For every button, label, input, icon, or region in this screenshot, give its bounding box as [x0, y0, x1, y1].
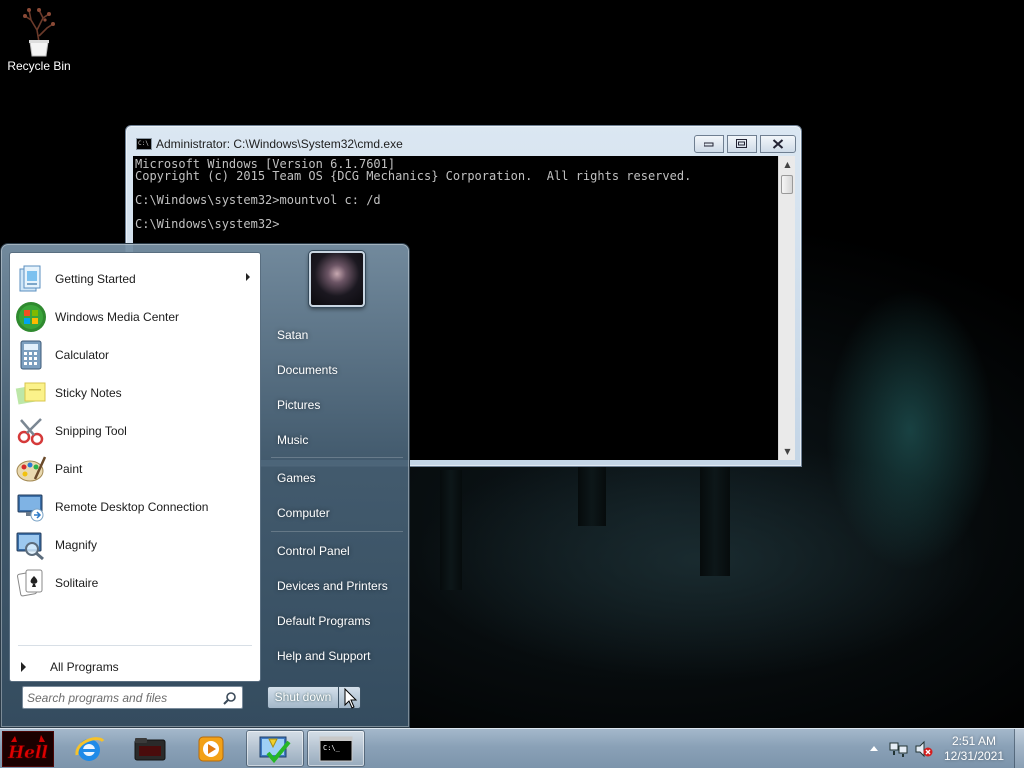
program-remote-desktop[interactable]: Remote Desktop Connection [12, 489, 258, 525]
remote-desktop-icon [14, 490, 48, 524]
search-icon[interactable] [223, 691, 237, 705]
calculator-icon [14, 338, 48, 372]
close-button[interactable] [760, 135, 796, 153]
console-line: C:\Windows\system32>mountvol c: /d [135, 193, 381, 207]
right-item-pictures[interactable]: Pictures [267, 390, 405, 420]
system-clock[interactable]: 2:51 AM 12/31/2021 [938, 734, 1010, 764]
program-label: Paint [55, 462, 83, 476]
media-player-icon [198, 736, 224, 761]
right-item-help-support[interactable]: Help and Support [267, 641, 405, 671]
action-center-icon [259, 736, 291, 763]
taskbar-media-player[interactable] [182, 730, 240, 767]
search-input[interactable] [27, 689, 217, 706]
shutdown-button[interactable]: Shut down [267, 686, 339, 709]
taskbar-command-prompt[interactable]: C:\_ [307, 730, 365, 767]
console-line: Copyright (c) 2015 Team OS {DCG Mechanic… [135, 169, 692, 183]
show-hidden-icons-arrow-icon[interactable] [869, 740, 879, 759]
program-calculator[interactable]: Calculator [12, 337, 258, 373]
recycle-bin-label: Recycle Bin [7, 59, 71, 73]
all-programs-button[interactable]: All Programs [16, 654, 256, 680]
windows-explorer-icon [134, 737, 166, 760]
program-label: Windows Media Center [55, 310, 180, 324]
taskbar-internet-explorer[interactable] [60, 730, 118, 767]
program-magnify[interactable]: Magnify [12, 527, 258, 563]
start-label: Hell [7, 743, 48, 763]
wallpaper-ground [412, 470, 972, 600]
network-icon[interactable] [889, 740, 909, 761]
paint-icon [14, 452, 48, 486]
program-label: Solitaire [55, 576, 99, 590]
recycle-bin-icon [23, 8, 55, 57]
svg-text:C:\_: C:\_ [323, 744, 341, 752]
snipping-tool-icon [14, 414, 48, 448]
cmd-app-icon[interactable]: C:\ [136, 138, 152, 150]
solitaire-icon [14, 566, 48, 600]
start-menu: Getting Started Windows Media Center Cal… [0, 243, 410, 728]
clock-time: 2:51 AM [951, 734, 997, 748]
right-item-music[interactable]: Music [267, 425, 405, 455]
command-prompt-icon: C:\_ [319, 736, 353, 761]
magnify-icon [14, 528, 48, 562]
program-label: Getting Started [55, 272, 136, 286]
program-snipping-tool[interactable]: Snipping Tool [12, 413, 258, 449]
taskbar: Hell C:\_ 2:51 AM 12/31/2021 [0, 728, 1024, 768]
user-avatar[interactable] [309, 251, 365, 307]
start-button[interactable]: Hell [2, 731, 54, 767]
sticky-notes-icon [14, 376, 48, 410]
show-desktop-button[interactable] [1014, 729, 1024, 768]
cmd-window-title: Administrator: C:\Windows\System32\cmd.e… [156, 137, 403, 151]
scroll-thumb[interactable] [781, 175, 793, 194]
media-center-icon [14, 300, 48, 334]
getting-started-icon [14, 262, 48, 296]
program-label: Sticky Notes [55, 386, 122, 400]
right-item-documents[interactable]: Documents [267, 355, 405, 385]
programs-divider [18, 645, 252, 646]
right-item-devices-printers[interactable]: Devices and Printers [267, 571, 405, 601]
program-paint[interactable]: Paint [12, 451, 258, 487]
right-item-user[interactable]: Satan [267, 320, 405, 350]
minimize-icon [704, 142, 714, 147]
console-prompt-line: C:\Windows\system32> [135, 217, 280, 231]
cmd-scrollbar[interactable]: ▲ ▼ [778, 156, 795, 460]
restore-icon [736, 139, 747, 148]
mouse-cursor-icon [344, 688, 358, 709]
right-item-control-panel[interactable]: Control Panel [267, 536, 405, 566]
all-programs-label: All Programs [50, 660, 119, 674]
program-sticky-notes[interactable]: Sticky Notes [12, 375, 258, 411]
submenu-arrow-icon [246, 273, 250, 281]
taskbar-windows-explorer[interactable] [121, 730, 179, 767]
close-icon [772, 139, 784, 149]
program-windows-media-center[interactable]: Windows Media Center [12, 299, 258, 335]
recycle-bin[interactable]: Recycle Bin [4, 4, 74, 74]
right-item-default-programs[interactable]: Default Programs [267, 606, 405, 636]
right-divider [271, 457, 403, 458]
clock-date: 12/31/2021 [943, 749, 1005, 763]
all-programs-arrow-icon [21, 662, 26, 672]
minimize-button[interactable] [694, 135, 724, 153]
right-divider [271, 531, 403, 532]
right-item-games[interactable]: Games [267, 463, 405, 493]
program-label: Remote Desktop Connection [55, 500, 209, 514]
scroll-down-arrow-icon[interactable]: ▼ [779, 443, 796, 460]
programs-pane: Getting Started Windows Media Center Cal… [9, 252, 261, 682]
program-label: Calculator [55, 348, 110, 362]
maximize-button[interactable] [727, 135, 757, 153]
program-label: Snipping Tool [55, 424, 127, 438]
program-solitaire[interactable]: Solitaire [12, 565, 258, 601]
start-hell-logo-icon: Hell [3, 732, 53, 766]
program-getting-started[interactable]: Getting Started [12, 261, 258, 297]
volume-muted-icon[interactable] [914, 740, 934, 761]
program-label: Magnify [55, 538, 98, 552]
right-item-computer[interactable]: Computer [267, 498, 405, 528]
taskbar-action-center[interactable] [246, 730, 304, 767]
start-search-box[interactable] [22, 686, 243, 709]
scroll-up-arrow-icon[interactable]: ▲ [779, 156, 796, 173]
cmd-titlebar[interactable]: C:\ Administrator: C:\Windows\System32\c… [126, 126, 801, 156]
internet-explorer-icon [75, 736, 105, 761]
